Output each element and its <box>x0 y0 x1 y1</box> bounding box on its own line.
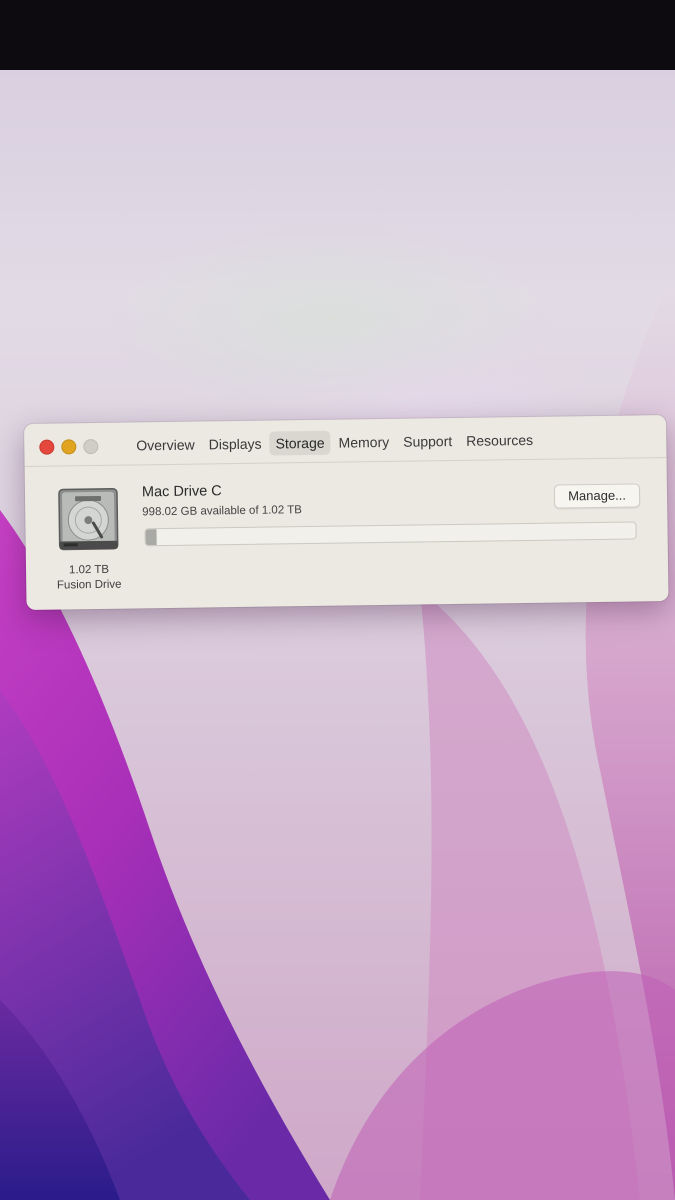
minimize-window-button[interactable] <box>61 439 77 455</box>
wallpaper <box>0 270 675 1200</box>
manage-button[interactable]: Manage... <box>553 483 641 509</box>
about-this-mac-window: Overview Displays Storage Memory Support… <box>24 415 669 610</box>
desktop: Overview Displays Storage Memory Support… <box>0 70 675 1200</box>
drive-capacity: 1.02 TB <box>68 563 110 577</box>
tab-storage[interactable]: Storage <box>269 430 331 456</box>
tab-resources[interactable]: Resources <box>460 428 539 453</box>
storage-used-segment <box>145 529 157 546</box>
drive-available-space: 998.02 GB available of 1.02 TB <box>142 504 302 519</box>
close-window-button[interactable] <box>39 439 55 455</box>
tab-memory[interactable]: Memory <box>332 430 395 455</box>
drive-caption: 1.02 TB Fusion Drive <box>46 563 132 594</box>
drive-name: Mac Drive C <box>141 483 222 501</box>
tab-bar: Overview Displays Storage Memory Support… <box>130 428 539 458</box>
zoom-window-button <box>83 438 99 455</box>
tab-overview[interactable]: Overview <box>130 433 201 458</box>
photo-frame: Overview Displays Storage Memory Support… <box>0 0 675 1200</box>
tab-support[interactable]: Support <box>397 429 458 454</box>
hard-drive-icon <box>58 488 119 551</box>
drive-type: Fusion Drive <box>56 578 122 592</box>
storage-usage-bar <box>144 521 637 547</box>
tab-displays[interactable]: Displays <box>202 432 267 457</box>
